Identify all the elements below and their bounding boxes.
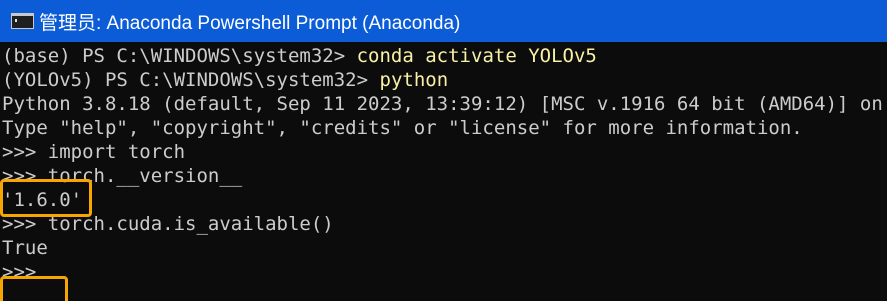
repl-output-version: '1.6.0' xyxy=(2,189,83,211)
shell-command: python xyxy=(379,69,449,91)
python-banner: Python 3.8.18 (default, Sep 11 2023, 13:… xyxy=(2,93,887,115)
shell-prompt: (YOLOv5) PS C:\WINDOWS\system32> xyxy=(2,69,380,91)
terminal-line: (YOLOv5) PS C:\WINDOWS\system32> python xyxy=(2,68,887,92)
terminal-output[interactable]: (base) PS C:\WINDOWS\system32> conda act… xyxy=(0,42,887,301)
repl-input-line: >>> torch.__version__ xyxy=(2,165,243,187)
shell-prompt: (base) PS C:\WINDOWS\system32> xyxy=(2,45,357,67)
terminal-line: (base) PS C:\WINDOWS\system32> conda act… xyxy=(2,44,887,68)
window-title: 管理员: Anaconda Powershell Prompt (Anacond… xyxy=(39,12,461,34)
python-help-hint: Type "help", "copyright", "credits" or "… xyxy=(2,117,803,139)
repl-input-line: >>> torch.cuda.is_available() xyxy=(2,213,334,235)
shell-command: conda activate YOLOv5 xyxy=(356,45,597,67)
terminal-icon xyxy=(11,13,34,29)
repl-prompt[interactable]: >>> xyxy=(2,260,887,284)
repl-input-line: >>> import torch xyxy=(2,141,186,163)
window-titlebar[interactable]: 管理员: Anaconda Powershell Prompt (Anacond… xyxy=(0,0,887,42)
repl-output-cuda: True xyxy=(2,237,48,259)
